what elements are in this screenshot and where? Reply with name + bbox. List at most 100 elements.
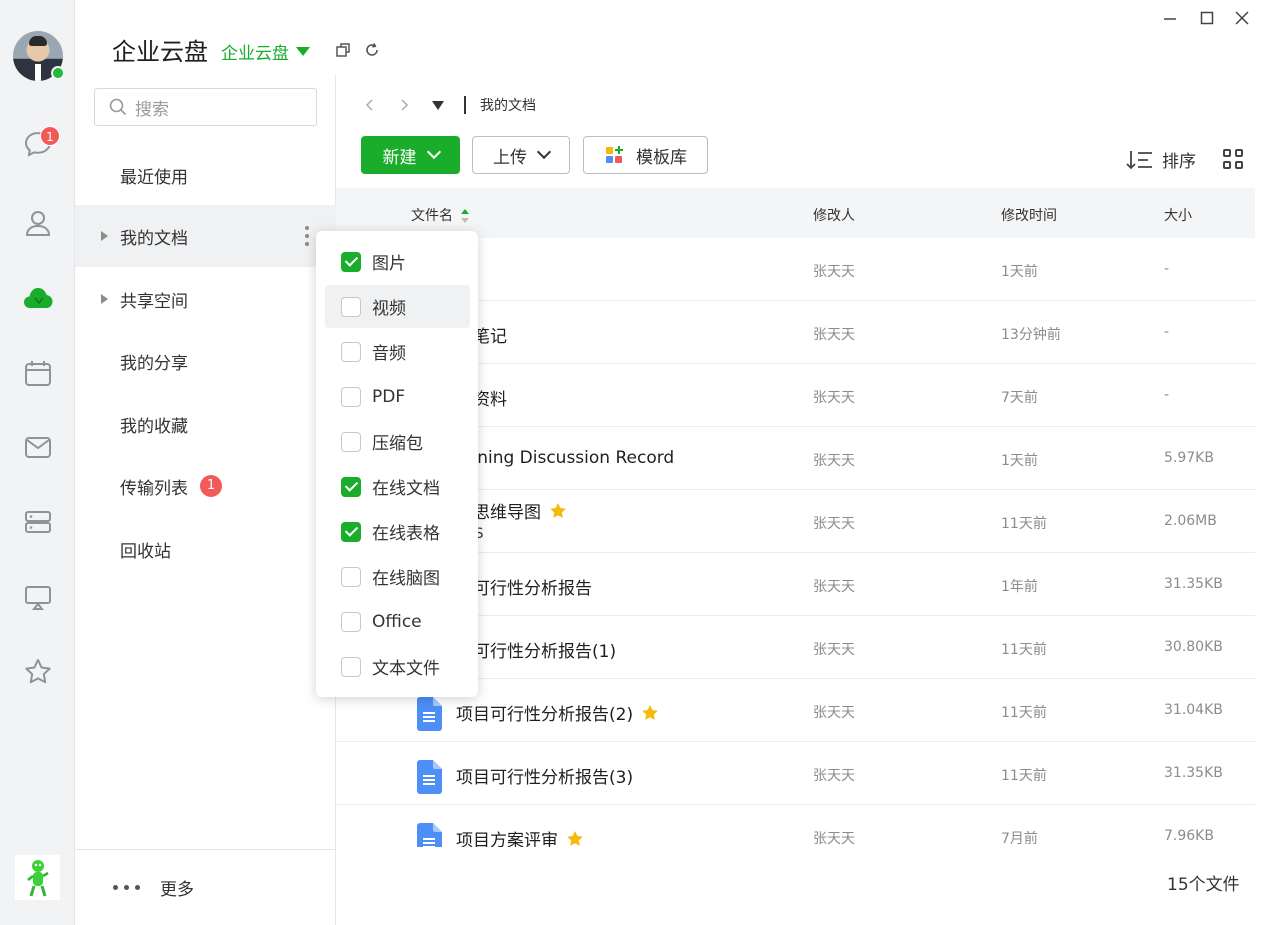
file-modifier: 张天天	[813, 579, 855, 595]
file-size: 31.35KB	[1164, 765, 1223, 781]
forward-arrow-icon[interactable]	[398, 99, 410, 111]
nav-item-recent[interactable]: 最近使用	[75, 144, 336, 206]
chevron-down-icon	[536, 144, 552, 160]
table-row[interactable]: 项目可行性分析报告(3) 张天天 11天前 31.35KB	[336, 742, 1255, 805]
filter-item-pdf[interactable]: PDF	[325, 375, 470, 418]
filter-item-online-sheet[interactable]: 在线表格	[325, 510, 470, 553]
nav-item-my-docs[interactable]: 我的文档	[75, 205, 336, 267]
expand-caret-icon[interactable]	[101, 294, 108, 304]
filter-item-archive[interactable]: 压缩包	[325, 420, 470, 463]
file-size: 5.97KB	[1164, 450, 1214, 466]
filter-label: Office	[372, 611, 422, 632]
filter-label: 在线表格	[372, 524, 440, 544]
file-modifier: 张天天	[813, 390, 855, 406]
checkbox[interactable]	[341, 566, 361, 587]
col-time-header[interactable]: 修改时间	[1001, 205, 1057, 225]
calendar-icon[interactable]	[20, 355, 56, 391]
path-dropdown-icon[interactable]	[432, 100, 444, 110]
filter-item-online-doc[interactable]: 在线文档	[325, 465, 470, 508]
col-name-header[interactable]: 文件名	[411, 205, 469, 225]
file-time: 1天前	[1001, 264, 1038, 280]
cloud-drive-icon[interactable]	[20, 280, 56, 316]
nav-item-favorites[interactable]: 我的收藏	[75, 393, 336, 455]
file-name: 项目可行性分析报告(2)	[456, 700, 659, 725]
more-options-icon[interactable]	[305, 226, 309, 246]
mail-icon[interactable]	[20, 429, 56, 465]
file-name: 项目可行性分析报告(3)	[456, 768, 634, 788]
screen-share-icon[interactable]	[20, 579, 56, 615]
back-arrow-icon[interactable]	[364, 99, 376, 111]
filter-label: 压缩包	[372, 434, 423, 454]
expand-caret-icon[interactable]	[101, 231, 108, 241]
template-library-button[interactable]: 模板库	[583, 136, 708, 174]
grid-view-icon[interactable]	[1223, 149, 1243, 169]
doc-icon	[417, 760, 442, 794]
file-name: 项目方案评审	[456, 826, 584, 847]
nav-item-my-shares[interactable]: 我的分享	[75, 330, 336, 392]
star-icon[interactable]	[566, 830, 584, 848]
filter-label: 在线文档	[372, 479, 440, 499]
nav-item-label: 我的文档	[120, 228, 188, 249]
nav-item-shared-space[interactable]: 共享空间	[75, 268, 336, 330]
filter-item-images[interactable]: 图片	[325, 240, 470, 283]
checkbox[interactable]	[341, 341, 361, 362]
upload-button-label: 上传	[493, 147, 527, 168]
app-title: 企业云盘	[112, 38, 208, 66]
contacts-icon[interactable]	[20, 205, 56, 241]
checkbox[interactable]	[341, 386, 361, 407]
caret-down-icon	[296, 47, 310, 56]
table-row[interactable]: 项目方案评审 张天天 7月前 7.96KB	[336, 805, 1255, 847]
file-name-text: 项目方案评审	[456, 831, 558, 847]
maximize-icon[interactable]	[1197, 8, 1217, 28]
col-size-header[interactable]: 大小	[1164, 205, 1192, 225]
filter-item-video[interactable]: 视频	[325, 285, 470, 328]
checkbox[interactable]	[341, 611, 361, 632]
file-size: -	[1164, 324, 1170, 340]
storage-icon[interactable]	[20, 504, 56, 540]
breadcrumb: 我的文档	[364, 95, 536, 115]
space-switcher[interactable]: 企业云盘	[221, 39, 310, 64]
file-time: 11天前	[1001, 642, 1047, 658]
nav-item-label: 我的分享	[120, 353, 188, 374]
new-button-label: 新建	[382, 147, 417, 168]
filter-label: 图片	[372, 254, 406, 274]
refresh-icon[interactable]	[364, 42, 380, 58]
assistant-robot-icon[interactable]	[15, 855, 60, 900]
new-button[interactable]: 新建	[361, 136, 460, 174]
more-button[interactable]: 更多	[75, 849, 336, 925]
nav-item-recycle-bin[interactable]: 回收站	[75, 518, 336, 580]
filter-item-office[interactable]: Office	[325, 600, 470, 643]
star-icon[interactable]	[641, 704, 659, 722]
checkbox-checked[interactable]	[341, 251, 361, 272]
filter-item-online-mindmap[interactable]: 在线脑图	[325, 555, 470, 598]
file-time: 11天前	[1001, 768, 1047, 784]
checkbox-checked[interactable]	[341, 521, 361, 542]
more-label: 更多	[160, 880, 194, 900]
nav-item-transfer-list[interactable]: 传输列表 1	[75, 455, 336, 517]
favorites-star-icon[interactable]	[20, 654, 56, 690]
file-modifier: 张天天	[813, 453, 855, 469]
file-name: anning Discussion Record	[456, 448, 675, 468]
filter-item-audio[interactable]: 音频	[325, 330, 470, 373]
breadcrumb-current[interactable]: 我的文档	[480, 95, 536, 115]
checkbox[interactable]	[341, 431, 361, 452]
file-size: -	[1164, 261, 1170, 277]
upload-button[interactable]: 上传	[472, 136, 570, 174]
nav-item-label: 回收站	[120, 541, 171, 562]
close-icon[interactable]	[1232, 8, 1252, 28]
filter-label: 音频	[372, 344, 406, 364]
sort-button[interactable]: 排序	[1126, 147, 1196, 172]
filter-item-text[interactable]: 文本文件	[325, 645, 470, 688]
search-input[interactable]: 搜索	[94, 88, 317, 126]
checkbox[interactable]	[341, 296, 361, 317]
file-size: 2.06MB	[1164, 513, 1217, 529]
file-modifier: 张天天	[813, 705, 855, 721]
file-modifier: 张天天	[813, 831, 855, 847]
star-icon[interactable]	[549, 502, 567, 520]
checkbox-checked[interactable]	[341, 476, 361, 497]
checkbox[interactable]	[341, 656, 361, 677]
search-placeholder: 搜索	[135, 99, 169, 120]
col-modifier-header[interactable]: 修改人	[813, 205, 855, 225]
minimize-icon[interactable]	[1160, 8, 1180, 28]
popout-icon[interactable]	[335, 42, 351, 58]
